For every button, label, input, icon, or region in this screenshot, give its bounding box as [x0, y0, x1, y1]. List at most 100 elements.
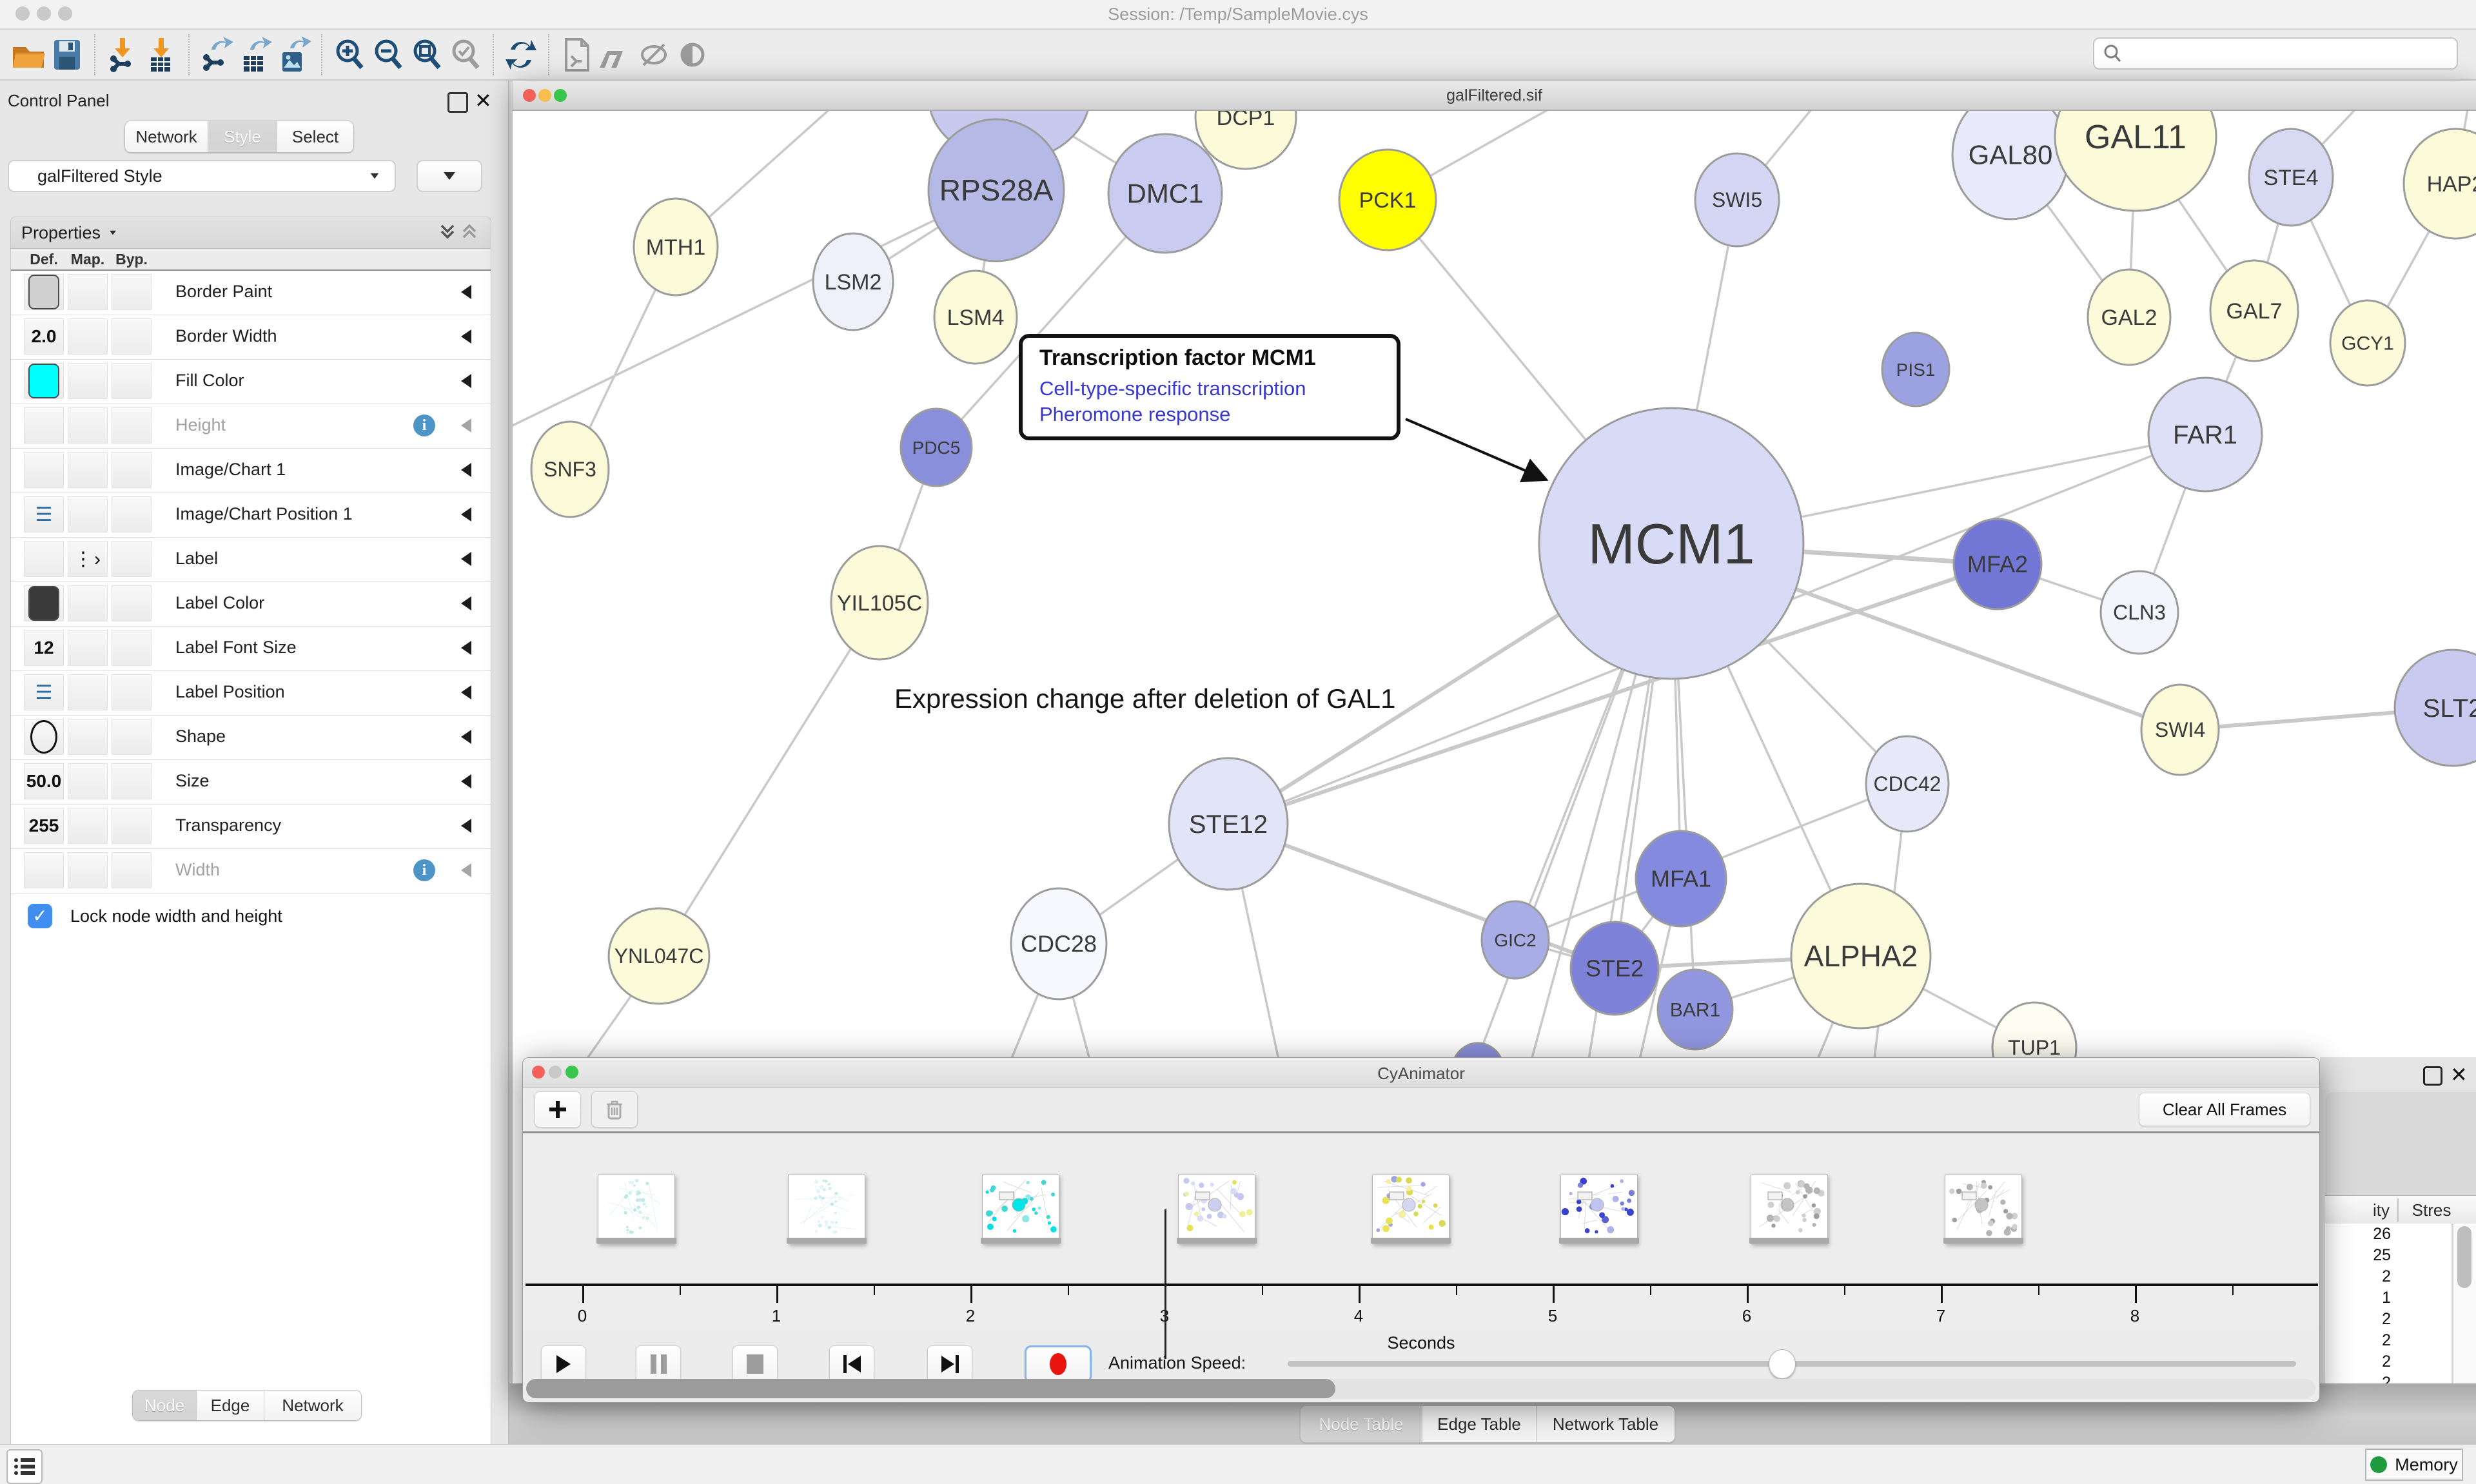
- bypass-cell[interactable]: [112, 496, 152, 532]
- expand-all-icon[interactable]: [437, 220, 458, 246]
- timeline-horizontal-scrollbar[interactable]: [526, 1379, 2315, 1398]
- search-input[interactable]: [2129, 43, 2441, 64]
- table-column-headers[interactable]: ity Stres: [2325, 1195, 2476, 1225]
- mapping-cell[interactable]: [68, 318, 108, 355]
- annotation-link[interactable]: Cell-type-specific transcription: [1039, 377, 1385, 400]
- zoom-in-icon[interactable]: [330, 35, 369, 75]
- record-button[interactable]: [1025, 1345, 1092, 1383]
- property-row-border-paint[interactable]: Border Paint: [11, 271, 491, 315]
- expand-row-icon[interactable]: [461, 507, 471, 522]
- mapping-cell[interactable]: [68, 452, 108, 488]
- timeline-frame-3[interactable]: [982, 1175, 1059, 1244]
- timeline-frame-1[interactable]: [598, 1175, 675, 1244]
- default-value-cell[interactable]: 12: [24, 630, 64, 666]
- default-value-cell[interactable]: [24, 541, 64, 577]
- bypass-cell[interactable]: [112, 630, 152, 666]
- default-value-cell[interactable]: [24, 719, 64, 755]
- expand-row-icon[interactable]: [461, 463, 471, 477]
- expand-row-icon[interactable]: [461, 863, 471, 877]
- import-network-icon[interactable]: [103, 35, 142, 75]
- close-panel-icon[interactable]: ✕: [475, 88, 492, 113]
- skip-start-button[interactable]: [829, 1345, 874, 1383]
- default-value-cell[interactable]: [24, 852, 64, 888]
- default-value-cell[interactable]: [24, 452, 64, 488]
- close-panel-icon[interactable]: ✕: [2450, 1062, 2468, 1087]
- property-row-height[interactable]: Heighti: [11, 404, 491, 449]
- column-header[interactable]: Stres: [2402, 1200, 2461, 1220]
- open-session-icon[interactable]: [9, 35, 48, 75]
- bypass-cell[interactable]: [112, 274, 152, 310]
- tab-network-table[interactable]: Network Table: [1537, 1406, 1675, 1442]
- bypass-cell[interactable]: [112, 719, 152, 755]
- default-value-cell[interactable]: 2.0: [24, 318, 64, 355]
- table-row[interactable]: 2: [2325, 1330, 2451, 1351]
- clear-all-frames-button[interactable]: Clear All Frames: [2139, 1093, 2310, 1126]
- property-row-image-chart-position-1[interactable]: ☰Image/Chart Position 1: [11, 493, 491, 538]
- mapping-cell[interactable]: [68, 630, 108, 666]
- expand-row-icon[interactable]: [461, 730, 471, 744]
- info-icon[interactable]: i: [413, 415, 435, 436]
- mapping-cell[interactable]: [68, 274, 108, 310]
- network-edge[interactable]: [659, 603, 879, 956]
- mapping-cell[interactable]: [68, 719, 108, 755]
- default-value-cell[interactable]: ☰: [24, 674, 64, 710]
- tab-select[interactable]: Select: [277, 121, 353, 152]
- mapping-cell[interactable]: [68, 407, 108, 444]
- default-value-cell[interactable]: [24, 407, 64, 444]
- timeline-frame-4[interactable]: [1178, 1175, 1255, 1244]
- expand-row-icon[interactable]: [461, 685, 471, 699]
- expand-row-icon[interactable]: [461, 285, 471, 299]
- info-icon[interactable]: i: [413, 859, 435, 881]
- mapping-cell[interactable]: [68, 852, 108, 888]
- default-value-cell[interactable]: 255: [24, 808, 64, 844]
- column-divider[interactable]: [2397, 1198, 2399, 1222]
- timeline-frame-7[interactable]: [1751, 1175, 1828, 1244]
- property-row-fill-color[interactable]: Fill Color: [11, 360, 491, 404]
- mapping-cell[interactable]: [68, 674, 108, 710]
- tab-network[interactable]: Network: [125, 121, 208, 152]
- skip-end-button[interactable]: [927, 1345, 972, 1383]
- expand-row-icon[interactable]: [461, 596, 471, 610]
- bypass-cell[interactable]: [112, 763, 152, 799]
- bypass-cell[interactable]: [112, 363, 152, 399]
- expand-row-icon[interactable]: [461, 552, 471, 566]
- network-edge[interactable]: [513, 190, 996, 425]
- timeline-frame-2[interactable]: [788, 1175, 865, 1244]
- expand-row-icon[interactable]: [461, 774, 471, 788]
- bypass-cell[interactable]: [112, 541, 152, 577]
- table-row[interactable]: 2: [2325, 1266, 2451, 1287]
- property-row-image-chart-1[interactable]: Image/Chart 1: [11, 449, 491, 493]
- export-network-icon[interactable]: [197, 35, 236, 75]
- search-box[interactable]: [2093, 37, 2458, 70]
- table-row[interactable]: 1: [2325, 1287, 2451, 1309]
- property-row-transparency[interactable]: 255Transparency: [11, 805, 491, 849]
- expand-row-icon[interactable]: [461, 641, 471, 655]
- tab-edge[interactable]: Edge: [197, 1391, 264, 1420]
- mapping-cell[interactable]: ⋮›: [68, 541, 108, 577]
- memory-button[interactable]: Memory: [2365, 1449, 2463, 1481]
- mapping-cell[interactable]: [68, 496, 108, 532]
- zoom-out-icon[interactable]: [369, 35, 408, 75]
- style-options-button[interactable]: [417, 160, 482, 192]
- property-row-label-color[interactable]: Label Color: [11, 582, 491, 627]
- table-row[interactable]: 25: [2325, 1245, 2451, 1266]
- bypass-cell[interactable]: [112, 318, 152, 355]
- collapse-all-icon[interactable]: [458, 220, 480, 246]
- timeline-frame-6[interactable]: [1560, 1175, 1638, 1244]
- table-row[interactable]: 26: [2325, 1224, 2451, 1245]
- play-button[interactable]: [541, 1345, 586, 1383]
- table-vertical-scrollbar[interactable]: [2453, 1224, 2476, 1403]
- timeline[interactable]: 0123456789 Seconds: [523, 1133, 2319, 1330]
- property-row-label[interactable]: ⋮›Label: [11, 538, 491, 582]
- animation-speed-knob[interactable]: [1769, 1349, 1796, 1379]
- float-panel-icon[interactable]: [447, 92, 468, 113]
- network-window-titlebar[interactable]: galFiltered.sif: [513, 81, 2476, 111]
- bypass-cell[interactable]: [112, 808, 152, 844]
- task-history-button[interactable]: [6, 1449, 43, 1484]
- timeline-frame-5[interactable]: [1372, 1175, 1449, 1244]
- expand-row-icon[interactable]: [461, 418, 471, 433]
- export-image-icon[interactable]: [275, 35, 313, 75]
- default-value-cell[interactable]: 50.0: [24, 763, 64, 799]
- lock-size-checkbox[interactable]: ✓: [28, 904, 52, 928]
- apply-layout-icon[interactable]: [502, 35, 540, 75]
